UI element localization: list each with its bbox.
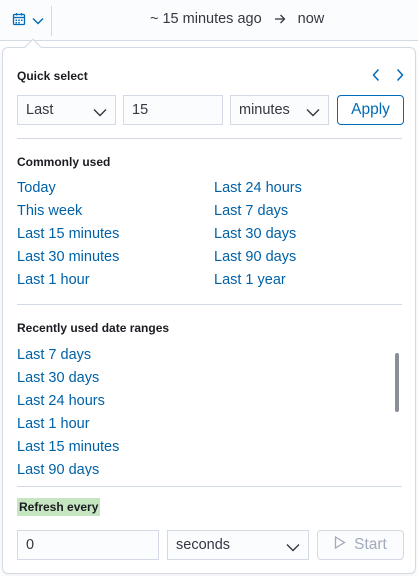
direction-value: Last (26, 102, 54, 118)
next-range-icon[interactable] (395, 68, 405, 87)
divider (17, 138, 402, 139)
commonly-used-last-7-days[interactable]: Last 7 days (214, 203, 288, 219)
recent-item[interactable]: Last 7 days (17, 347, 91, 363)
refresh-unit-value: seconds (176, 537, 231, 553)
date-picker-bar: ~ 15 minutes ago now (0, 0, 418, 41)
direction-select[interactable]: Last (17, 95, 116, 125)
start-refresh-button[interactable]: Start (317, 530, 404, 560)
chevron-down-icon (93, 105, 107, 121)
recent-item[interactable]: Last 24 hours (17, 393, 105, 409)
play-icon (334, 535, 346, 554)
refresh-interval-input[interactable]: 0 (17, 530, 159, 560)
divider (17, 304, 402, 305)
previous-range-icon[interactable] (371, 68, 381, 87)
chevron-down-icon (286, 540, 300, 556)
refresh-unit-select[interactable]: seconds (167, 530, 309, 560)
quick-menu-button[interactable] (4, 6, 52, 36)
recently-used-title: Recently used date ranges (17, 321, 170, 335)
arrow-right-icon (274, 11, 286, 27)
commonly-used-today[interactable]: Today (17, 180, 56, 196)
quantity-input[interactable]: 15 (123, 95, 223, 125)
unit-value: minutes (239, 102, 290, 118)
recently-used-list[interactable]: Last 7 days Last 30 days Last 24 hours L… (17, 344, 402, 476)
chevron-down-icon (32, 12, 44, 30)
quantity-value: 15 (132, 102, 149, 118)
recent-item[interactable]: Last 90 days (17, 462, 99, 476)
commonly-used-last-30-days[interactable]: Last 30 days (214, 226, 296, 242)
quick-select-title: Quick select (17, 69, 88, 83)
popover-caret (24, 38, 42, 56)
time-range-display: ~ 15 minutes ago now (150, 11, 324, 27)
commonly-used-last-90-days[interactable]: Last 90 days (214, 249, 296, 265)
quick-select-popover: Quick select Last 15 minutes Apply Commo… (2, 38, 416, 574)
unit-select[interactable]: minutes (230, 95, 329, 125)
divider (17, 486, 402, 487)
commonly-used-last-15-minutes[interactable]: Last 15 minutes (17, 226, 119, 242)
recent-item[interactable]: Last 1 hour (17, 416, 90, 432)
start-label: Start (354, 536, 387, 553)
commonly-used-last-24-hours[interactable]: Last 24 hours (214, 180, 302, 196)
calendar-icon (12, 12, 26, 31)
refresh-interval-value: 0 (26, 537, 35, 553)
chevron-down-icon (306, 105, 320, 121)
commonly-used-last-30-minutes[interactable]: Last 30 minutes (17, 249, 119, 265)
recent-item[interactable]: Last 15 minutes (17, 439, 119, 455)
commonly-used-title: Commonly used (17, 155, 111, 169)
start-time-button[interactable]: ~ 15 minutes ago (150, 11, 262, 27)
commonly-used-last-1-year[interactable]: Last 1 year (214, 272, 286, 288)
apply-button[interactable]: Apply (337, 95, 404, 125)
recent-item[interactable]: Last 30 days (17, 370, 99, 386)
commonly-used-this-week[interactable]: This week (17, 203, 82, 219)
recent-scrollbar[interactable] (395, 353, 399, 412)
commonly-used-last-1-hour[interactable]: Last 1 hour (17, 272, 90, 288)
quick-select-nav (371, 68, 405, 87)
refresh-every-title: Refresh every (17, 498, 101, 516)
end-time-button[interactable]: now (298, 11, 325, 27)
